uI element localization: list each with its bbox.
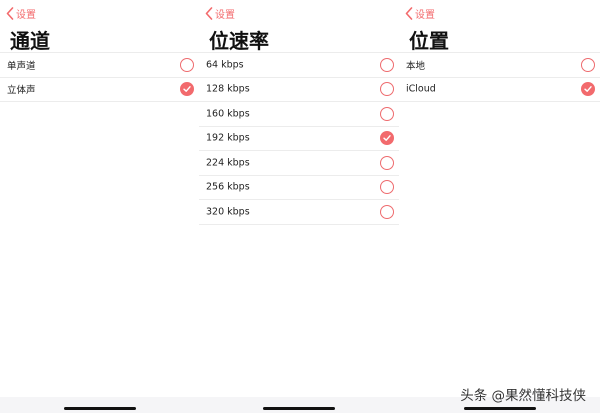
radio-unchecked-icon[interactable] [380,155,394,170]
bitrate-screen: 设置 位速率 64 kbps 128 kbps 160 kbps 192 kbp… [199,0,399,413]
checkmark-icon[interactable] [180,82,194,97]
bottom-strip [0,397,199,413]
chevron-left-icon [205,6,213,20]
options-list: 本地 iCloud [399,52,600,102]
channel-screen: 设置 通道 单声道 立体声 [0,0,199,413]
radio-unchecked-icon[interactable] [581,57,595,72]
option-label: 立体声 [7,85,36,97]
option-icloud[interactable]: iCloud [399,76,600,102]
option-stereo[interactable]: 立体声 [0,76,199,102]
home-indicator [263,407,335,410]
page-title: 通道 [10,29,50,53]
option-label: 单声道 [7,60,36,72]
page-title: 位置 [409,29,449,53]
radio-unchecked-icon[interactable] [380,57,394,72]
option-label: 320 kbps [206,206,250,218]
option-label: 160 kbps [206,108,250,120]
option-mono[interactable]: 单声道 [0,52,199,77]
option-192kbps[interactable]: 192 kbps [199,125,399,151]
radio-unchecked-icon[interactable] [380,82,394,97]
watermark: 头条 @果然懂科技侠 [460,388,586,404]
option-label: 本地 [406,60,426,72]
radio-unchecked-icon[interactable] [380,180,394,195]
radio-unchecked-icon[interactable] [180,57,194,72]
option-160kbps[interactable]: 160 kbps [199,101,399,126]
option-128kbps[interactable]: 128 kbps [199,76,399,102]
back-button-label: 设置 [415,9,435,21]
radio-unchecked-icon[interactable] [380,106,394,121]
page-title: 位速率 [209,29,269,53]
option-local[interactable]: 本地 [399,52,600,77]
back-button[interactable]: 设置 [405,5,435,21]
back-button[interactable]: 设置 [6,5,36,21]
option-label: 256 kbps [206,181,250,193]
radio-unchecked-icon[interactable] [380,204,394,219]
option-label: iCloud [406,83,436,95]
options-list: 单声道 立体声 [0,52,199,102]
option-label: 128 kbps [206,83,250,95]
back-button[interactable]: 设置 [205,5,235,21]
options-list: 64 kbps 128 kbps 160 kbps 192 kbps 224 k… [199,52,399,225]
home-indicator [463,407,536,410]
option-label: 224 kbps [206,157,250,169]
option-label: 64 kbps [206,59,244,71]
location-screen: 设置 位置 本地 iCloud [399,0,600,413]
option-320kbps[interactable]: 320 kbps [199,199,399,225]
chevron-left-icon [405,6,413,20]
bottom-strip [199,397,399,413]
chevron-left-icon [6,6,14,20]
option-label: 192 kbps [206,132,250,144]
option-256kbps[interactable]: 256 kbps [199,174,399,200]
option-224kbps[interactable]: 224 kbps [199,150,399,175]
back-button-label: 设置 [16,9,36,21]
checkmark-icon[interactable] [581,82,595,97]
back-button-label: 设置 [215,9,235,21]
option-64kbps[interactable]: 64 kbps [199,52,399,77]
checkmark-icon[interactable] [380,131,394,146]
home-indicator [63,407,136,410]
